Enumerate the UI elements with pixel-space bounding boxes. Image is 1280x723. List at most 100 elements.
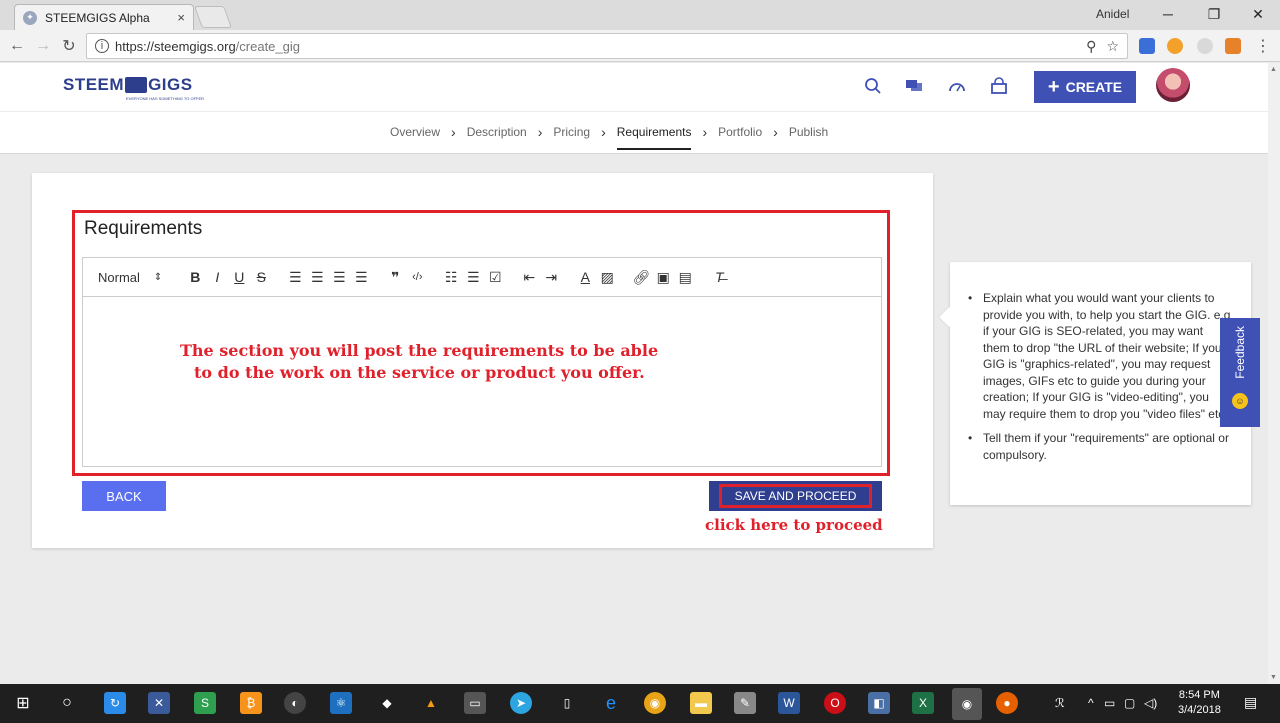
site-info-icon[interactable]: i xyxy=(95,39,109,53)
format-select[interactable]: Normal ⇕ xyxy=(98,270,162,285)
save-and-proceed-button[interactable]: SAVE AND PROCEED xyxy=(709,481,882,511)
extension-fox-icon[interactable] xyxy=(1225,38,1241,54)
word-icon[interactable]: W xyxy=(778,692,800,714)
opera-icon[interactable]: O xyxy=(824,692,846,714)
bitcoin-icon[interactable]: ₿ xyxy=(240,692,262,714)
vlc-icon[interactable]: ▲ xyxy=(420,692,442,714)
browser-menu-icon[interactable]: ⋮ xyxy=(1252,35,1274,57)
tips-card: Explain what you would want your clients… xyxy=(950,262,1251,505)
restore-icon[interactable]: ❐ xyxy=(1196,3,1232,25)
text-color-icon[interactable]: A xyxy=(576,267,594,287)
logo-mark-icon xyxy=(125,77,148,93)
edge-icon[interactable]: e xyxy=(600,692,622,714)
tab-close-icon[interactable]: × xyxy=(177,10,185,25)
code-block-icon[interactable]: ‹/› xyxy=(408,267,426,287)
cortana-search-icon[interactable]: ○ xyxy=(56,692,78,714)
extension-wordpress-icon[interactable] xyxy=(1197,38,1213,54)
video-icon[interactable]: ▤ xyxy=(676,267,694,287)
file-explorer-icon[interactable]: ▬ xyxy=(690,692,712,714)
strikethrough-icon[interactable]: S xyxy=(252,267,270,287)
step-portfolio[interactable]: Portfolio xyxy=(718,125,762,150)
shopping-bag-icon[interactable] xyxy=(988,75,1010,97)
app-diamond-icon[interactable]: ◆ xyxy=(376,692,398,714)
app-cube-icon[interactable]: ◧ xyxy=(868,692,890,714)
back-arrow-icon[interactable]: ← xyxy=(6,35,28,57)
chrome-icon[interactable]: ◉ xyxy=(644,692,666,714)
image-icon[interactable]: ▣ xyxy=(654,267,672,287)
volume-icon[interactable]: ◁) xyxy=(1144,696,1157,710)
zoom-icon[interactable]: ⚲ xyxy=(1086,38,1096,55)
blockquote-icon[interactable]: ❞ xyxy=(386,267,404,287)
dashboard-gauge-icon[interactable] xyxy=(946,75,968,97)
windows-start-icon[interactable]: ⊞ xyxy=(12,692,34,714)
step-publish[interactable]: Publish xyxy=(789,125,828,150)
outdent-icon[interactable]: ⇤ xyxy=(520,267,538,287)
notifications-icon[interactable]: ▤ xyxy=(1244,694,1257,711)
address-bar[interactable]: i https://steemgigs.org/create_gig ⚲ ☆ xyxy=(86,33,1128,59)
ordered-list-icon[interactable]: ☷ xyxy=(442,267,460,287)
chat-icon[interactable] xyxy=(903,75,925,97)
avatar[interactable] xyxy=(1156,68,1190,102)
scroll-up-icon[interactable]: ▲ xyxy=(1270,66,1278,73)
create-button[interactable]: + CREATE xyxy=(1034,71,1136,103)
app-circle-icon[interactable]: ◐ xyxy=(284,692,306,714)
app-s-icon[interactable]: S xyxy=(194,692,216,714)
feedback-tab[interactable]: Feedback ☺ xyxy=(1220,318,1260,427)
browser-tab[interactable]: ✦ STEEMGIGS Alpha × xyxy=(14,4,194,30)
logo-text-left: STEEM xyxy=(63,75,125,94)
italic-icon[interactable]: I xyxy=(208,267,226,287)
taskbar-clock[interactable]: 8:54 PM 3/4/2018 xyxy=(1178,688,1221,718)
background-color-icon[interactable]: ▨ xyxy=(598,267,616,287)
step-requirements[interactable]: Requirements xyxy=(616,125,692,150)
minimize-icon[interactable]: ─ xyxy=(1150,3,1186,25)
underline-icon[interactable]: U xyxy=(230,267,248,287)
clear-format-icon[interactable]: T̶ xyxy=(710,267,728,287)
align-left-icon[interactable]: ☰ xyxy=(286,267,304,287)
step-overview[interactable]: Overview xyxy=(390,125,440,150)
extension-hand-icon[interactable] xyxy=(1167,38,1183,54)
bullet-list-icon[interactable]: ☰ xyxy=(464,267,482,287)
network-icon[interactable]: ▢ xyxy=(1124,696,1135,710)
reload-icon[interactable]: ↻ xyxy=(58,35,80,57)
indent-icon[interactable]: ⇥ xyxy=(542,267,560,287)
chrome-active-icon[interactable]: ◉ xyxy=(952,688,982,720)
checklist-icon[interactable]: ☑ xyxy=(486,267,504,287)
align-center-icon[interactable]: ☰ xyxy=(308,267,326,287)
new-tab-button[interactable] xyxy=(193,6,233,28)
tray-chevron-icon[interactable]: ^ xyxy=(1088,696,1094,710)
url-host: https://steemgigs.org xyxy=(115,38,236,54)
align-right-icon[interactable]: ☰ xyxy=(330,267,348,287)
steemgigs-logo[interactable]: STEEM GIGS xyxy=(63,75,193,95)
tip-item: Tell them if your "requirements" are opt… xyxy=(965,430,1231,463)
app-x-icon[interactable]: ✕ xyxy=(148,692,170,714)
close-window-icon[interactable]: ✕ xyxy=(1240,3,1276,25)
search-icon[interactable] xyxy=(862,75,884,97)
paint-icon[interactable]: ✎ xyxy=(734,692,756,714)
telegram-icon[interactable]: ➤ xyxy=(510,692,532,714)
excel-icon[interactable]: X xyxy=(912,692,934,714)
back-button[interactable]: BACK xyxy=(82,481,166,511)
app-sync-icon[interactable]: ↻ xyxy=(104,692,126,714)
plus-icon: + xyxy=(1047,75,1060,98)
select-arrows-icon: ⇕ xyxy=(153,271,163,283)
firefox-icon[interactable]: ● xyxy=(996,692,1018,714)
browser-profile-name[interactable]: Anidel xyxy=(1096,7,1129,21)
step-pricing[interactable]: Pricing xyxy=(553,125,590,150)
forward-arrow-icon[interactable]: → xyxy=(32,35,54,57)
align-justify-icon[interactable]: ☰ xyxy=(352,267,370,287)
annotation-text: The section you will post the requiremen… xyxy=(180,340,658,384)
site-header: STEEM GIGS EVERYONE HAS SOMETHING TO OFF… xyxy=(0,63,1268,111)
app-atom-icon[interactable]: ⚛ xyxy=(330,692,352,714)
step-description[interactable]: Description xyxy=(467,125,527,150)
scroll-down-icon[interactable]: ▼ xyxy=(1270,674,1278,681)
people-icon[interactable]: ℛ xyxy=(1055,696,1065,710)
bold-icon[interactable]: B xyxy=(186,267,204,287)
app-window-icon[interactable]: ▭ xyxy=(464,692,486,714)
bookmark-star-icon[interactable]: ☆ xyxy=(1106,38,1119,55)
file-icon[interactable]: ▯ xyxy=(556,692,578,714)
link-icon[interactable]: 🔗︎ xyxy=(632,267,650,287)
extension-icon[interactable] xyxy=(1139,38,1155,54)
battery-icon[interactable]: ▭ xyxy=(1104,696,1115,710)
clock-time: 8:54 PM xyxy=(1178,689,1220,701)
page-scrollbar[interactable]: ▲ ▼ xyxy=(1268,63,1280,684)
